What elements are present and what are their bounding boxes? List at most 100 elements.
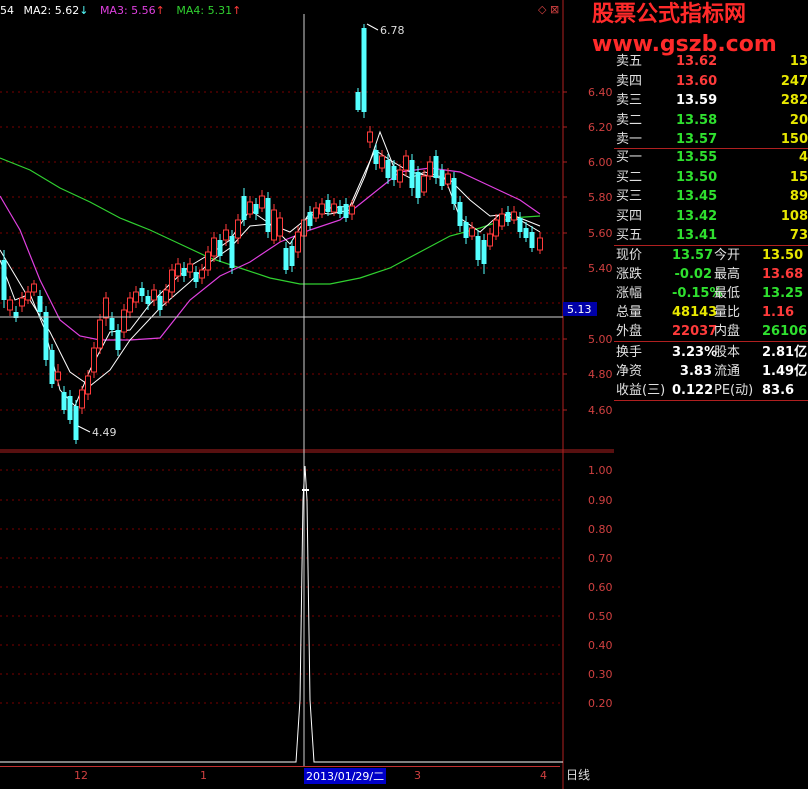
candle-body	[409, 160, 415, 188]
candle-body	[187, 263, 193, 273]
row-volume: 247	[780, 73, 808, 89]
period-selector[interactable]: 日线	[566, 766, 590, 783]
date-label-12: 12	[74, 769, 88, 782]
candle-body	[331, 203, 337, 213]
price-axis-label: 6.20	[588, 121, 613, 134]
price-axis-label: 6.00	[588, 156, 613, 169]
candle-body	[289, 246, 295, 266]
orderbook-row: 卖二 13.58 20	[614, 111, 808, 130]
candle-body	[493, 219, 499, 237]
price-axis-label: 4.60	[588, 404, 613, 417]
candle-body	[379, 155, 385, 169]
quote-label-2: 流通	[714, 364, 741, 379]
quote-row: 换手 3.23% 股本 2.81亿	[614, 343, 808, 362]
candle-body	[109, 318, 115, 330]
indicator-axis-label: 0.80	[588, 523, 613, 536]
cursor-price-label: 5.13	[567, 303, 592, 316]
quote-label-2: 最低	[714, 286, 741, 301]
candle-body	[163, 289, 169, 303]
candle-body	[451, 178, 457, 204]
indicator-axis-label: 0.50	[588, 610, 613, 623]
row-volume: 282	[780, 93, 808, 108]
candle-body	[355, 92, 361, 110]
candle-body	[253, 204, 259, 214]
quote-label: 外盘	[616, 324, 643, 339]
quote-value: 3.23%	[672, 345, 718, 360]
candle-body	[247, 201, 253, 215]
row-label: 卖三	[616, 93, 643, 108]
quote-value: -0.15%	[672, 286, 723, 301]
quote-value: 48143	[672, 305, 718, 320]
quote-value-2: 13.68	[762, 267, 804, 282]
quote-row: 收益(三) 0.122 PE(动) 83.6	[614, 381, 808, 400]
row-price: 13.50	[676, 169, 718, 185]
candle-body	[349, 205, 355, 215]
quote-value: 0.122	[672, 383, 714, 398]
candle-body	[139, 288, 145, 296]
row-volume: 89	[789, 189, 808, 204]
row-price: 13.59	[676, 93, 718, 108]
candle-body	[103, 297, 109, 319]
candle-body	[217, 240, 223, 256]
candle-body	[211, 237, 217, 257]
row-price: 13.60	[676, 73, 718, 89]
quote-value: -0.02	[674, 267, 712, 282]
candle-body	[265, 198, 271, 232]
indicator-axis-label: 0.90	[588, 494, 613, 507]
row-volume: 20	[789, 112, 808, 128]
orderbook-row: 买四 13.42 108	[614, 207, 808, 226]
candle-body	[397, 169, 403, 183]
price-axis-label: 6.40	[588, 86, 613, 99]
candle-body	[505, 212, 511, 222]
quote-row: 净资 3.83 流通 1.49亿	[614, 362, 808, 381]
row-volume: 73	[789, 228, 808, 243]
candle-body	[133, 291, 139, 303]
candle-body	[439, 170, 445, 186]
candle-body	[373, 150, 379, 164]
candle-body	[199, 269, 205, 279]
quote-value-2: 13.25	[762, 286, 804, 301]
candle-body	[223, 229, 229, 241]
candle-body	[241, 196, 247, 220]
candle-body	[367, 131, 373, 143]
candle-body	[235, 219, 241, 239]
row-label: 买一	[616, 150, 643, 165]
candle-body	[537, 237, 543, 251]
row-volume: 4	[798, 150, 808, 165]
indicator-axis-label: 0.70	[588, 552, 613, 565]
ma1-line	[0, 130, 541, 407]
row-label: 卖四	[616, 73, 643, 89]
candle-body	[79, 389, 85, 409]
candle-body	[145, 296, 151, 304]
candle-body	[7, 299, 13, 311]
chart-canvas[interactable]: 6.78 4.49 6.40 6.20 6.00 5.80 5.60 5.40 5.00 4.…	[0, 0, 614, 789]
quote-label-2: 量比	[714, 305, 741, 320]
candle-body	[529, 232, 535, 248]
quote-value-2: 1.16	[762, 305, 795, 320]
candle-body	[361, 28, 367, 112]
candle-body	[55, 371, 61, 381]
indicator-axis-label: 0.30	[588, 668, 613, 681]
row-volume: 15	[789, 169, 808, 185]
quote-label: 收益(三)	[616, 383, 666, 398]
candle-body	[205, 251, 211, 271]
candle-body	[385, 160, 391, 178]
candle-body	[487, 233, 493, 247]
row-price: 13.58	[676, 112, 718, 128]
candle-body	[295, 231, 301, 253]
candle-body	[169, 269, 175, 293]
row-price: 13.57	[676, 132, 718, 147]
row-price: 13.45	[676, 189, 718, 204]
watermark-title: 股票公式指标网	[592, 2, 747, 27]
ma3-line	[0, 167, 541, 341]
date-axis: 12 1 2013/01/29/二 3 4	[0, 766, 560, 787]
row-label: 卖二	[616, 112, 643, 128]
row-label: 卖一	[616, 132, 643, 147]
candle-body	[421, 175, 427, 193]
candle-body	[157, 296, 163, 310]
quote-value-2: 13.50	[762, 248, 804, 263]
candle-body	[337, 206, 343, 214]
orderbook-row: 卖一 13.57 150	[614, 130, 808, 149]
low-annotation: 4.49	[92, 426, 117, 439]
quote-label: 净资	[616, 364, 643, 379]
